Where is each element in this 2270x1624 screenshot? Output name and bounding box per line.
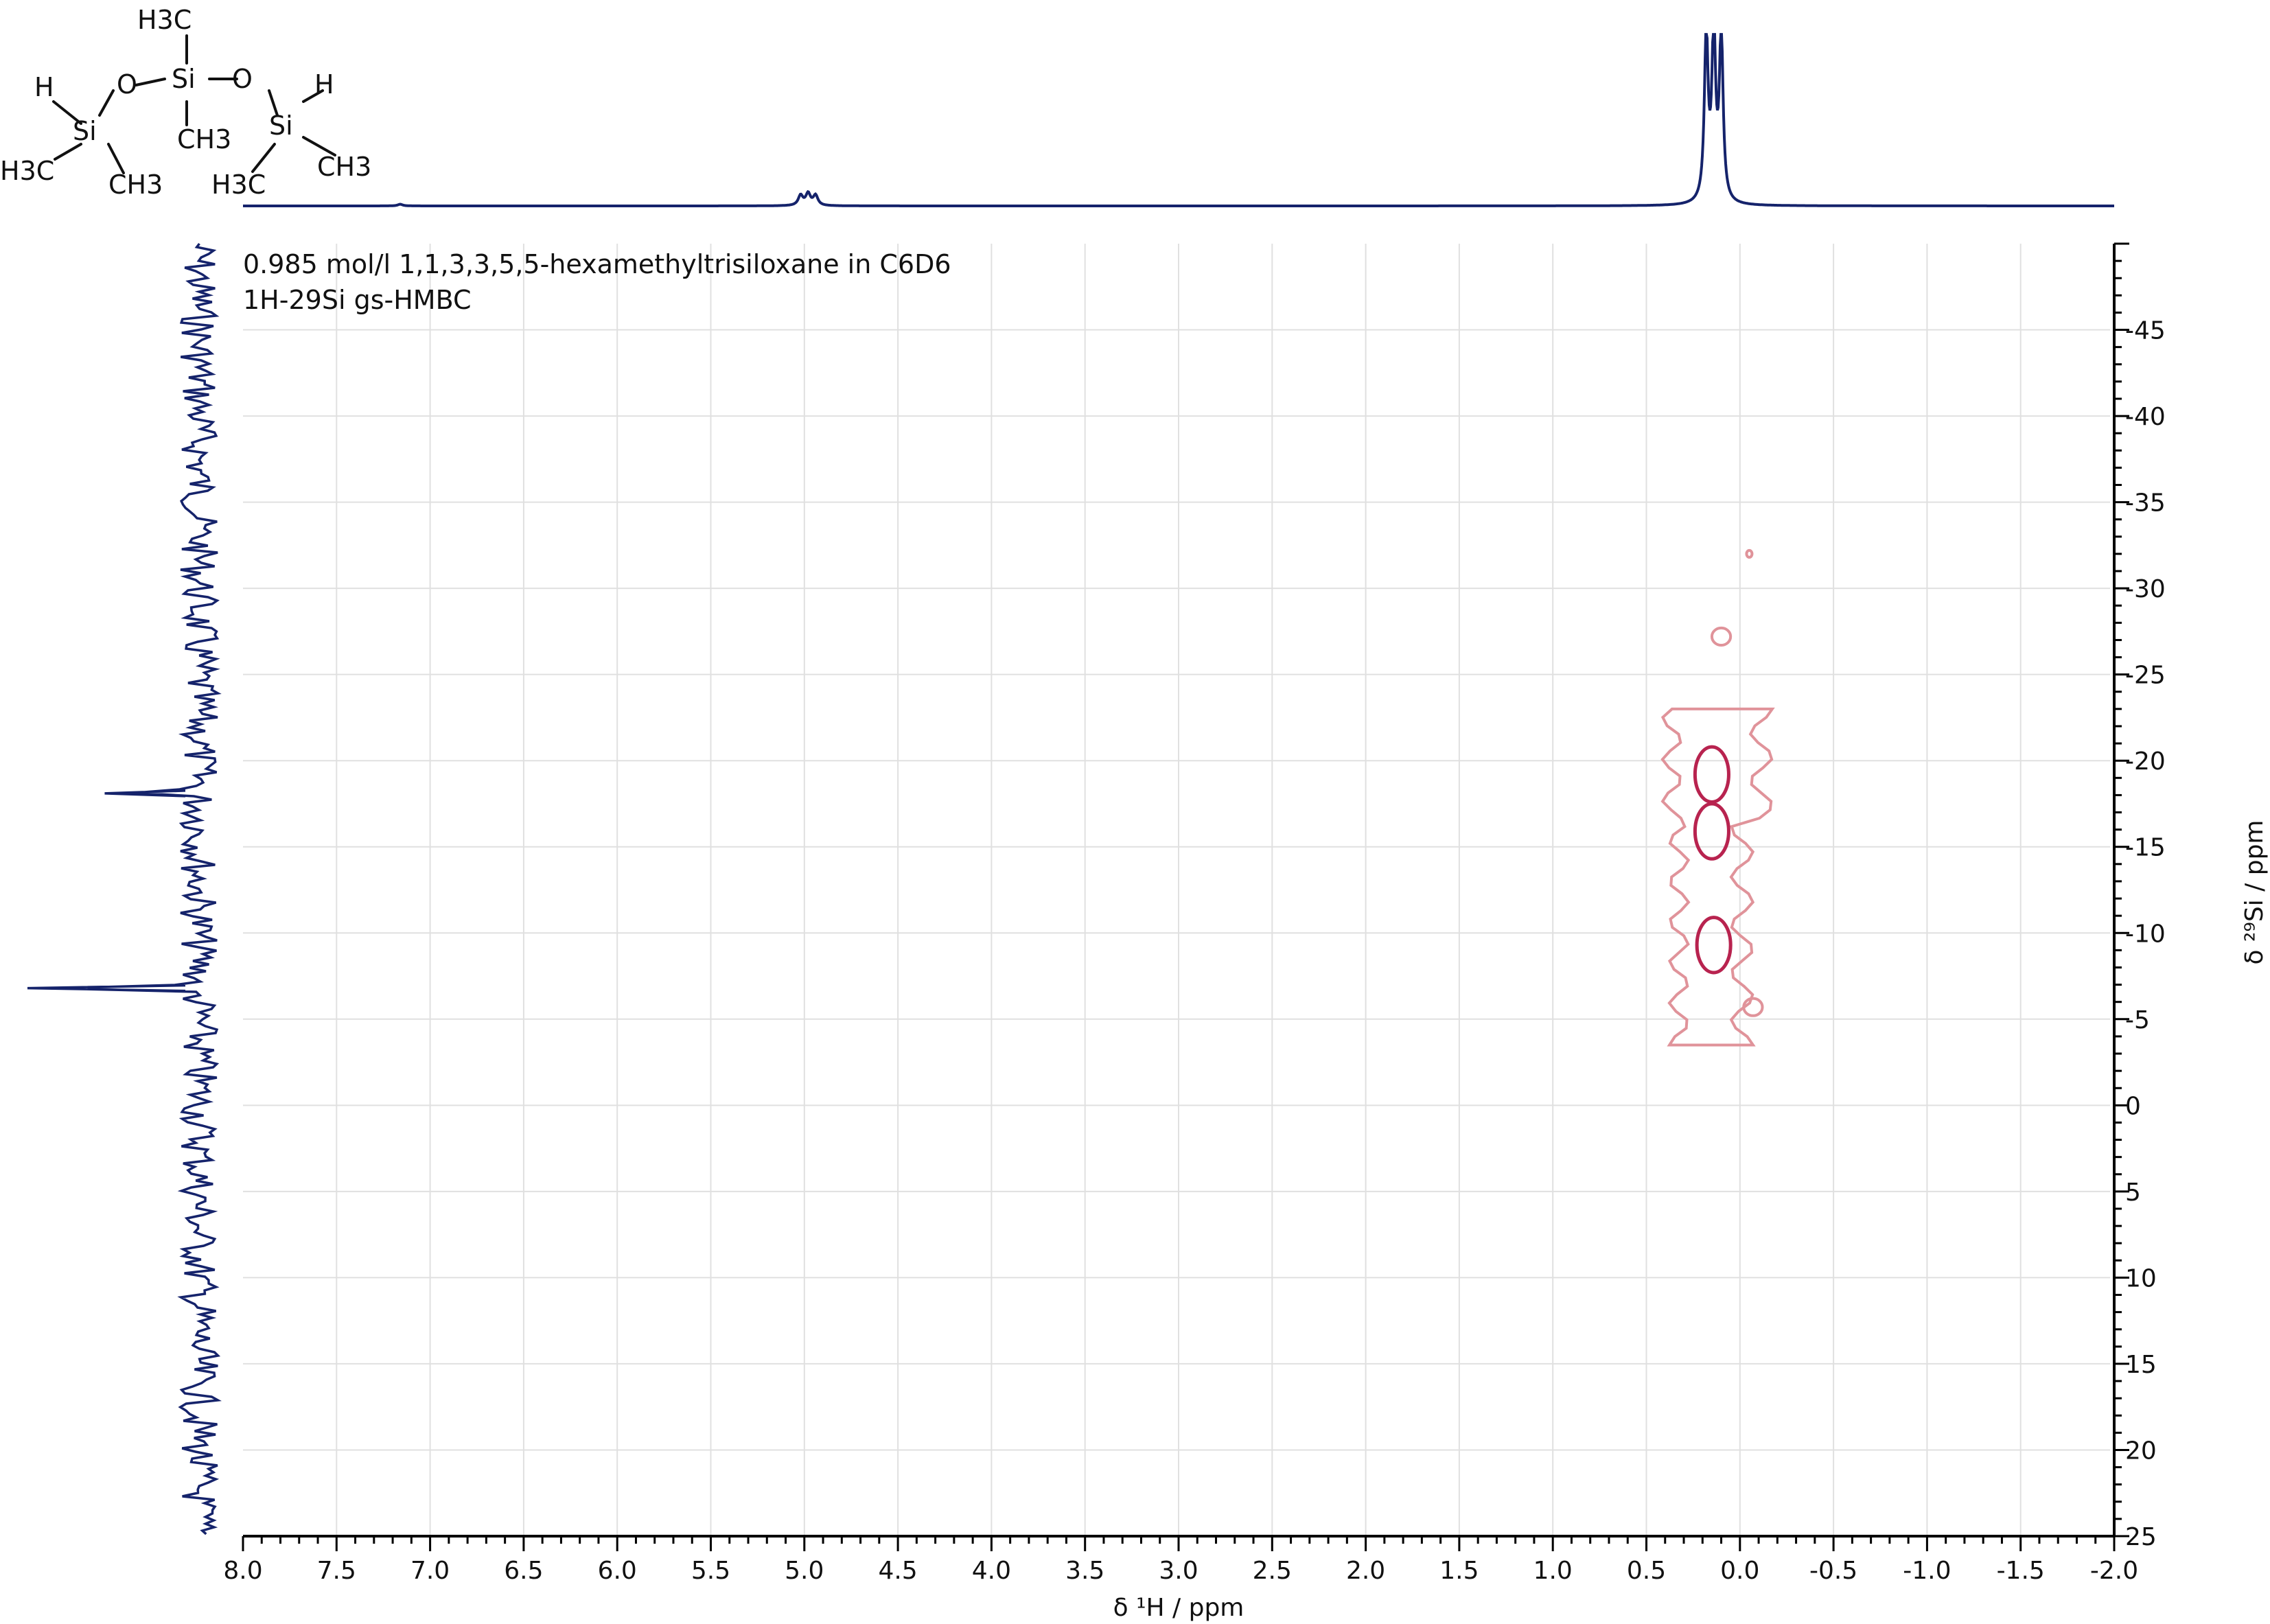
x-tick-label: 0.5: [1627, 1557, 1666, 1585]
x-tick-label: -1.5: [1997, 1557, 2045, 1585]
hydrogen-label: H: [314, 69, 334, 100]
y-tick-label: -40: [2125, 403, 2166, 431]
methyl-label: H3C: [137, 5, 192, 35]
y-tick-label: -10: [2125, 920, 2166, 948]
y-axis-label: δ ²⁹Si / ppm: [2240, 820, 2269, 965]
methyl-label: CH3: [317, 152, 371, 182]
x-tick-label: 8.0: [223, 1557, 262, 1585]
y-tick-label: -5: [2125, 1006, 2150, 1034]
x-tick-label: 5.5: [691, 1557, 730, 1585]
x-tick-label: 7.5: [317, 1557, 356, 1585]
x-tick-label: 6.5: [504, 1557, 543, 1585]
x-tick-label: 2.5: [1253, 1557, 1292, 1585]
oxygen-label: O: [117, 69, 137, 100]
silicon-label: Si: [269, 111, 293, 141]
hmbc-chart: 8.0 7.5 7.0 6.5 6.0 5.5 5.0 4.5 4.0 3.5 3.0 2.5 2.0 1…: [0, 0, 2270, 1622]
y-tick-label: 20: [2125, 1437, 2157, 1465]
x-tick-label: -0.5: [1809, 1557, 1857, 1585]
chart-title: 0.985 mol/l 1,1,3,3,5,5-hexamethyltrisil…: [243, 249, 951, 279]
y-tick-label: 5: [2125, 1179, 2141, 1207]
x-tick-label: 5.0: [785, 1557, 824, 1585]
x-tick-label: 4.5: [878, 1557, 917, 1585]
methyl-label: H3C: [0, 156, 54, 186]
x-tick-label: 1.0: [1533, 1557, 1573, 1585]
x-tick-label: 4.0: [972, 1557, 1011, 1585]
methyl-label: CH3: [108, 170, 163, 200]
oxygen-label: O: [232, 64, 253, 94]
x-axis-label: δ ¹H / ppm: [1113, 1594, 1244, 1621]
methyl-label: H3C: [211, 170, 266, 200]
y-tick-label: 25: [2125, 1523, 2157, 1551]
x-tick-label: 3.5: [1065, 1557, 1104, 1585]
y-tick-label: -25: [2125, 662, 2166, 690]
y-tick-label: -45: [2125, 317, 2166, 345]
y-tick-label: 10: [2125, 1264, 2157, 1292]
methyl-label: CH3: [177, 124, 231, 154]
x-tick-label: 1.5: [1439, 1557, 1479, 1585]
y-tick-label: 0: [2125, 1092, 2141, 1120]
y-tick-label: -30: [2125, 575, 2166, 603]
x-tick-label: 3.0: [1159, 1557, 1198, 1585]
x-tick-label: 0.0: [1720, 1557, 1759, 1585]
y-tick-label: -35: [2125, 489, 2166, 518]
x-tick-label: 2.0: [1346, 1557, 1385, 1585]
x-tick-label: -2.0: [2090, 1557, 2138, 1585]
silicon-label: Si: [73, 116, 97, 146]
x-tick-label: 7.0: [410, 1557, 450, 1585]
hydrogen-label: H: [34, 72, 54, 102]
x-tick-label: -1.0: [1903, 1557, 1951, 1585]
x-tick-label: 6.0: [598, 1557, 637, 1585]
y-tick-label: 15: [2125, 1351, 2157, 1379]
silicon-label: Si: [172, 64, 196, 94]
chart-subtitle: 1H-29Si gs-HMBC: [243, 285, 472, 315]
y-tick-label: -15: [2125, 834, 2166, 862]
y-tick-label: -20: [2125, 747, 2166, 776]
nmr-figure: 8.0 7.5 7.0 6.5 6.0 5.5 5.0 4.5 4.0 3.5 3.0 2.5 2.0 1…: [0, 0, 2270, 1622]
